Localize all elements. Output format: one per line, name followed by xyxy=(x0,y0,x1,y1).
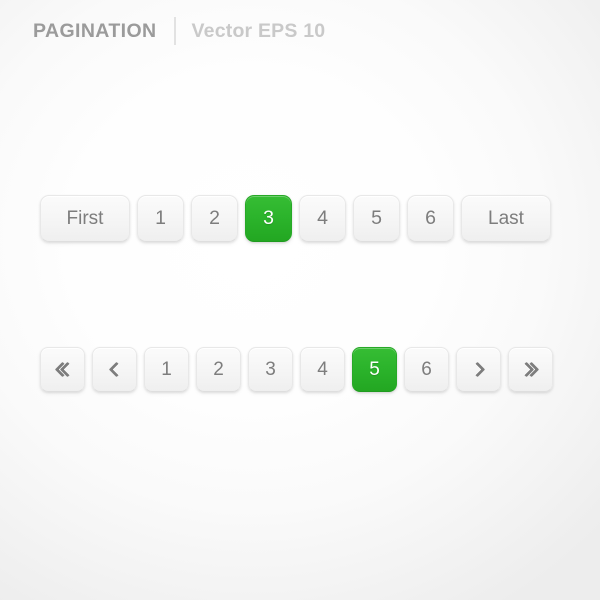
pagination-button-label: 3 xyxy=(265,358,276,380)
page-title: PAGINATION xyxy=(33,19,157,42)
chevron-left-icon xyxy=(108,361,124,378)
header-subtitle: Vector EPS 10 xyxy=(191,19,326,42)
pagination-double-chevron-left-button[interactable] xyxy=(40,347,85,392)
pagination-page-5-button[interactable]: 5 xyxy=(353,195,400,242)
pagination-chevron-left-button[interactable] xyxy=(92,347,137,392)
pagination-page-6-button[interactable]: 6 xyxy=(407,195,454,242)
pagination-button-label: First xyxy=(66,207,104,229)
pagination-page-3-button[interactable]: 3 xyxy=(248,347,293,392)
pagination-page-4-button[interactable]: 4 xyxy=(299,195,346,242)
pagination-button-label: 4 xyxy=(317,358,328,380)
pagination-button-label: 3 xyxy=(263,207,274,229)
pagination-button-label: 1 xyxy=(155,207,166,229)
pagination-first-button[interactable]: First xyxy=(40,195,130,242)
double-chevron-right-icon xyxy=(518,361,539,378)
header: PAGINATION Vector EPS 10 xyxy=(33,16,325,46)
pagination-row-labeled: First 1 2 3 4 5 6 Last xyxy=(40,195,551,242)
pagination-page-1-button[interactable]: 1 xyxy=(137,195,184,242)
pagination-page-6-button[interactable]: 6 xyxy=(404,347,449,392)
pagination-button-label: 2 xyxy=(209,207,220,229)
page-background: PAGINATION Vector EPS 10 First 1 2 3 4 5 6 Last… xyxy=(0,0,600,600)
chevron-right-icon xyxy=(469,361,485,378)
pagination-page-3-button[interactable]: 3 xyxy=(245,195,292,242)
pagination-button-label: 6 xyxy=(425,207,436,229)
pagination-button-label: 6 xyxy=(421,358,432,380)
pagination-button-label: Last xyxy=(488,207,524,229)
pagination-button-label: 5 xyxy=(369,358,380,380)
pagination-page-4-button[interactable]: 4 xyxy=(300,347,345,392)
header-divider xyxy=(173,17,176,45)
pagination-page-5-button[interactable]: 5 xyxy=(352,347,397,392)
pagination-last-button[interactable]: Last xyxy=(461,195,551,242)
pagination-chevron-right-button[interactable] xyxy=(456,347,501,392)
double-chevron-left-icon xyxy=(54,361,75,378)
pagination-button-label: 5 xyxy=(371,207,382,229)
pagination-double-chevron-right-button[interactable] xyxy=(508,347,553,392)
pagination-page-1-button[interactable]: 1 xyxy=(144,347,189,392)
pagination-button-label: 1 xyxy=(161,358,172,380)
pagination-row-arrows: 1 2 3 4 5 6 xyxy=(40,347,553,392)
pagination-page-2-button[interactable]: 2 xyxy=(191,195,238,242)
pagination-page-2-button[interactable]: 2 xyxy=(196,347,241,392)
pagination-button-label: 4 xyxy=(317,207,328,229)
pagination-button-label: 2 xyxy=(213,358,224,380)
